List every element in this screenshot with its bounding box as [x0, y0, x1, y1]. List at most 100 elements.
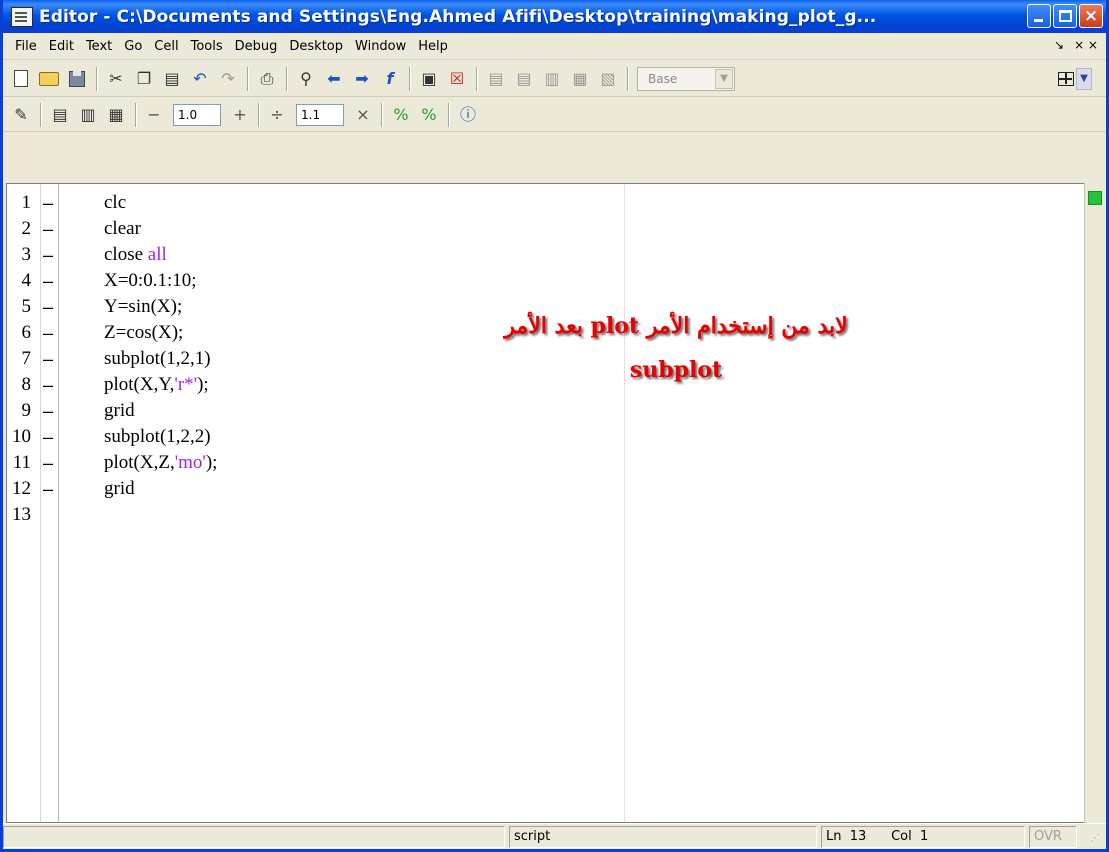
- multiply-value-field[interactable]: 1.1: [296, 103, 344, 126]
- code-line[interactable]: 10 – subplot(1,2,2): [7, 424, 1084, 450]
- code-analyzer-status-icon[interactable]: [1088, 191, 1102, 205]
- breakpoint-marker[interactable]: –: [41, 294, 55, 320]
- increment-button[interactable]: +: [231, 105, 249, 124]
- cell-mode-icon[interactable]: ✎: [10, 104, 32, 126]
- exit-debug-icon[interactable]: ▧: [597, 68, 619, 90]
- breakpoint-marker[interactable]: –: [41, 346, 55, 372]
- chevron-down-icon[interactable]: ▼: [1076, 68, 1092, 90]
- vertical-scrollbar[interactable]: [1084, 183, 1106, 823]
- annotation-english: subplot: [629, 357, 723, 383]
- back-icon[interactable]: ⬅: [323, 68, 345, 90]
- status-position: Ln 13 Col 1: [821, 826, 1025, 848]
- layout-button[interactable]: ▼: [1054, 66, 1096, 92]
- set-breakpoint-icon[interactable]: ▣: [418, 68, 440, 90]
- continue-icon[interactable]: ▦: [569, 68, 591, 90]
- code-text: plot(X,Y,'r*');: [104, 372, 209, 398]
- menu-debug[interactable]: Debug: [229, 39, 284, 54]
- code-text: subplot(1,2,2): [104, 424, 211, 450]
- line-number: 13: [12, 504, 31, 525]
- code-line[interactable]: 12 – grid: [7, 476, 1084, 502]
- menu-window[interactable]: Window: [349, 39, 412, 54]
- undock-icon[interactable]: ↘: [1054, 38, 1064, 52]
- breakpoint-marker[interactable]: –: [41, 398, 55, 424]
- breakpoint-marker[interactable]: –: [41, 320, 55, 346]
- line-label: Ln: [826, 829, 842, 844]
- close-button[interactable]: ×: [1079, 4, 1103, 28]
- function-icon[interactable]: f: [379, 68, 401, 90]
- breakpoint-marker[interactable]: –: [41, 268, 55, 294]
- toolbar-separator: [448, 102, 449, 127]
- find-icon[interactable]: ⚲: [295, 68, 317, 90]
- menu-bar: File Edit Text Go Cell Tools Debug Deskt…: [3, 33, 1106, 60]
- code-line[interactable]: 1 – clc: [7, 190, 1084, 216]
- code-line[interactable]: 2 – clear: [7, 216, 1084, 242]
- menu-cell[interactable]: Cell: [148, 39, 184, 54]
- toolbar-separator: [476, 66, 477, 91]
- title-bar[interactable]: Editor - C:\Documents and Settings\Eng.A…: [3, 0, 1106, 33]
- save-icon[interactable]: [66, 68, 88, 90]
- breakpoint-marker[interactable]: –: [41, 476, 55, 502]
- code-line[interactable]: 13: [7, 502, 1084, 528]
- maximize-button[interactable]: [1053, 4, 1077, 28]
- breakpoint-marker[interactable]: –: [41, 216, 55, 242]
- code-token: clear: [104, 218, 141, 239]
- uncomment-icon[interactable]: %: [418, 104, 440, 126]
- cut-icon[interactable]: ✂: [105, 68, 127, 90]
- code-editor[interactable]: 1 – clc 2 – clear 3 – close all 4 – X=0:…: [6, 183, 1084, 823]
- code-line[interactable]: 4 – X=0:0.1:10;: [7, 268, 1084, 294]
- code-token: grid: [104, 400, 135, 421]
- breakpoint-marker[interactable]: –: [41, 242, 55, 268]
- stack-base-select[interactable]: Base ▼: [637, 66, 735, 91]
- code-token: grid: [104, 478, 135, 499]
- insert-cell-icon[interactable]: ▤: [49, 104, 71, 126]
- code-line[interactable]: 9 – grid: [7, 398, 1084, 424]
- print-icon[interactable]: ⎙: [256, 68, 278, 90]
- step-out-icon[interactable]: ▥: [541, 68, 563, 90]
- menu-edit[interactable]: Edit: [43, 39, 80, 54]
- divide-button[interactable]: ÷: [268, 105, 286, 124]
- open-folder-icon[interactable]: [38, 68, 60, 90]
- code-text: clear: [104, 216, 141, 242]
- chevron-down-icon[interactable]: ▼: [715, 68, 733, 89]
- minimize-button[interactable]: [1027, 4, 1051, 28]
- redo-icon[interactable]: ↷: [217, 68, 239, 90]
- resize-grip-icon[interactable]: ⋰: [1090, 833, 1104, 847]
- breakpoint-marker[interactable]: –: [41, 450, 55, 476]
- line-number: 12: [12, 478, 31, 499]
- menu-tools[interactable]: Tools: [185, 39, 229, 54]
- decrement-value-field[interactable]: 1.0: [173, 103, 221, 126]
- undo-icon[interactable]: ↶: [189, 68, 211, 90]
- eval-advance-icon[interactable]: ▦: [105, 104, 127, 126]
- code-text: grid: [104, 398, 135, 424]
- code-line[interactable]: 11 – plot(X,Z,'mo');: [7, 450, 1084, 476]
- forward-icon[interactable]: ➡: [351, 68, 373, 90]
- breakpoint-marker[interactable]: –: [41, 190, 55, 216]
- menu-text[interactable]: Text: [80, 39, 118, 54]
- paste-icon[interactable]: ▤: [161, 68, 183, 90]
- dock-close-icon[interactable]: × ×: [1074, 38, 1098, 52]
- menu-help[interactable]: Help: [412, 39, 454, 54]
- cell-toolbar: ✎ ▤ ▥ ▦ − 1.0 + ÷ 1.1 × % % ⓘ: [3, 98, 1106, 132]
- menu-desktop[interactable]: Desktop: [283, 39, 349, 54]
- step-icon[interactable]: ▤: [485, 68, 507, 90]
- step-in-icon[interactable]: ▤: [513, 68, 535, 90]
- menu-file[interactable]: File: [9, 39, 43, 54]
- decrement-button[interactable]: −: [145, 105, 163, 124]
- editor-window: Editor - C:\Documents and Settings\Eng.A…: [0, 0, 1109, 852]
- clear-breakpoint-icon[interactable]: ☒: [446, 68, 468, 90]
- comment-icon[interactable]: %: [390, 104, 412, 126]
- breakpoint-marker[interactable]: –: [41, 424, 55, 450]
- code-token: Z=cos(X);: [104, 322, 184, 343]
- breakpoint-marker[interactable]: –: [41, 372, 55, 398]
- code-token: close: [104, 244, 148, 265]
- menu-go[interactable]: Go: [118, 39, 148, 54]
- line-number: 5: [21, 296, 32, 317]
- new-file-icon[interactable]: [10, 68, 32, 90]
- code-line[interactable]: 3 – close all: [7, 242, 1084, 268]
- copy-icon[interactable]: ❐: [133, 68, 155, 90]
- code-token: Y=sin(X);: [104, 296, 183, 317]
- code-text: plot(X,Z,'mo');: [104, 450, 217, 476]
- info-icon[interactable]: ⓘ: [457, 104, 479, 126]
- eval-cell-icon[interactable]: ▥: [77, 104, 99, 126]
- multiply-button[interactable]: ×: [354, 105, 372, 124]
